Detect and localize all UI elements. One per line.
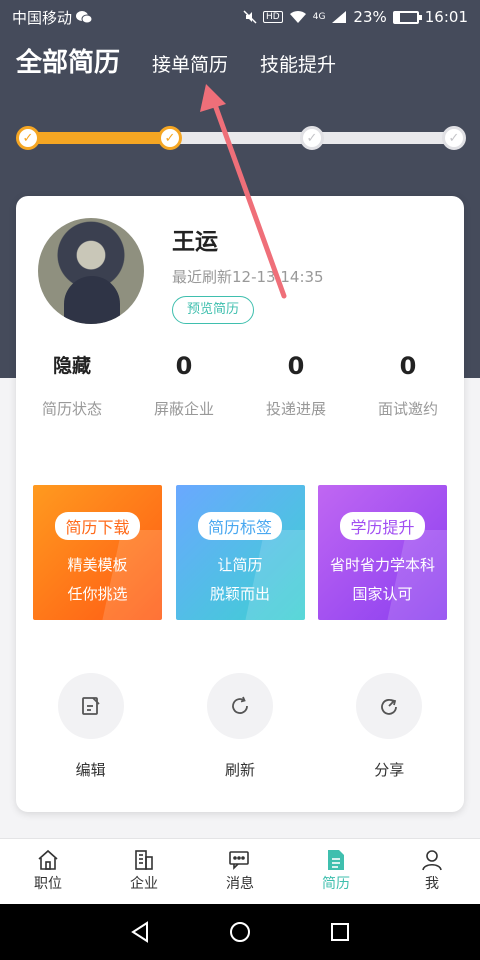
edit-button[interactable]: 编辑 [36,673,146,780]
battery-fill [394,12,400,22]
share-button[interactable]: 分享 [334,673,444,780]
promo-line: 脱颖而出 [209,585,270,603]
message-icon [229,851,249,870]
stat-value: 0 [399,352,417,380]
bottom-nav: 职位 企业 消息 简历 我 [0,838,480,904]
refresh-icon [232,696,248,714]
promo-tag: 简历下载 [55,512,140,540]
edit-icon [81,697,100,715]
action-label: 编辑 [75,761,106,779]
stat-delivery-progress[interactable]: 0 投递进展 [240,348,352,419]
resume-card: 王运 最近刷新12-13 14:35 预览简历 隐藏 简历状态 0 屏蔽企业 0… [16,196,464,812]
wechat-icon [76,11,93,24]
share-icon [381,699,398,715]
avatar[interactable] [38,218,144,324]
promo-line: 国家认可 [352,585,413,603]
nav-label: 简历 [322,876,350,892]
tab-all-resumes[interactable]: 全部简历 [16,42,120,79]
mute-icon [243,10,257,24]
action-label: 刷新 [224,761,255,779]
resume-progress: ✓ ✓ ✓ ✓ [16,124,466,152]
stat-resume-status[interactable]: 隐藏 简历状态 [16,348,128,419]
user-name: 王运 [172,229,218,255]
stat-label: 面试邀约 [377,400,438,418]
nav-item-messages[interactable]: 消息 [192,839,288,904]
nav-item-resume[interactable]: 简历 [288,839,384,904]
nav-item-jobs[interactable]: 职位 [0,839,96,904]
last-refresh-time: 最近刷新12-13 14:35 [172,268,324,286]
nav-label: 消息 [226,876,254,892]
promo-decoration [387,530,447,620]
action-label: 分享 [374,761,405,779]
resume-icon [328,850,344,870]
battery-percent: 23% [353,8,387,26]
stat-label: 投递进展 [265,400,326,418]
stat-value: 隐藏 [52,355,91,377]
resume-actions: 编辑 刷新 分享 [16,673,464,780]
preview-resume-button[interactable]: 预览简历 [172,296,254,324]
promo-line: 精美模板 [67,556,128,574]
tab-skill-upgrade[interactable]: 技能提升 [260,50,336,77]
refresh-button[interactable]: 刷新 [185,673,295,780]
user-icon [422,850,442,871]
promo-banners: 简历下载 精美模板 任你挑选 简历标签 让简历 脱颖而出 学历提升 省时省力学本… [33,485,447,620]
promo-tag: 简历标签 [197,512,282,540]
resume-stats: 隐藏 简历状态 0 屏蔽企业 0 投递进展 0 面试邀约 [16,348,464,419]
stat-value: 0 [287,352,305,380]
status-bar: 中国移动 HD 4G 23% 16:01 [0,0,480,34]
nav-label: 职位 [34,876,62,892]
progress-step: ✓ [300,126,324,150]
stat-interview-invites[interactable]: 0 面试邀约 [352,348,464,419]
stat-label: 简历状态 [41,400,102,418]
stat-value: 0 [175,352,193,380]
stat-blocked-companies[interactable]: 0 屏蔽企业 [128,348,240,419]
promo-tag: 学历提升 [340,512,425,540]
home-button-icon[interactable] [228,920,252,944]
nav-item-me[interactable]: 我 [384,839,480,904]
recent-apps-icon[interactable] [328,920,352,944]
progress-fill [28,132,170,144]
resume-tabs: 全部简历 接单简历 技能提升 [16,42,336,79]
stat-label: 屏蔽企业 [153,400,214,418]
wifi-icon [289,10,306,23]
clock: 16:01 [424,8,468,26]
system-nav-bar [0,904,480,960]
progress-step: ✓ [158,126,182,150]
tab-order-resumes[interactable]: 接单简历 [152,50,228,77]
network-type: 4G [312,12,326,22]
promo-line: 让简历 [217,556,263,574]
promo-line: 省时省力学本科 [329,556,435,574]
building-icon [135,850,153,870]
promo-resume-download[interactable]: 简历下载 精美模板 任你挑选 [33,485,162,620]
promo-line: 任你挑选 [67,585,128,603]
nav-item-companies[interactable]: 企业 [96,839,192,904]
signal-icon [332,11,347,23]
promo-decoration [244,530,305,620]
battery-icon [392,10,422,24]
back-icon[interactable] [128,920,152,944]
home-icon [38,849,58,870]
progress-step: ✓ [442,126,466,150]
progress-step: ✓ [16,126,40,150]
hd-badge: HD [263,11,283,23]
promo-decoration [102,530,162,620]
promo-resume-tags[interactable]: 简历标签 让简历 脱颖而出 [175,485,305,620]
nav-label: 我 [425,876,439,892]
nav-label: 企业 [130,876,158,892]
carrier-label: 中国移动 [12,8,73,27]
promo-education-upgrade[interactable]: 学历提升 省时省力学本科 国家认可 [318,485,447,620]
